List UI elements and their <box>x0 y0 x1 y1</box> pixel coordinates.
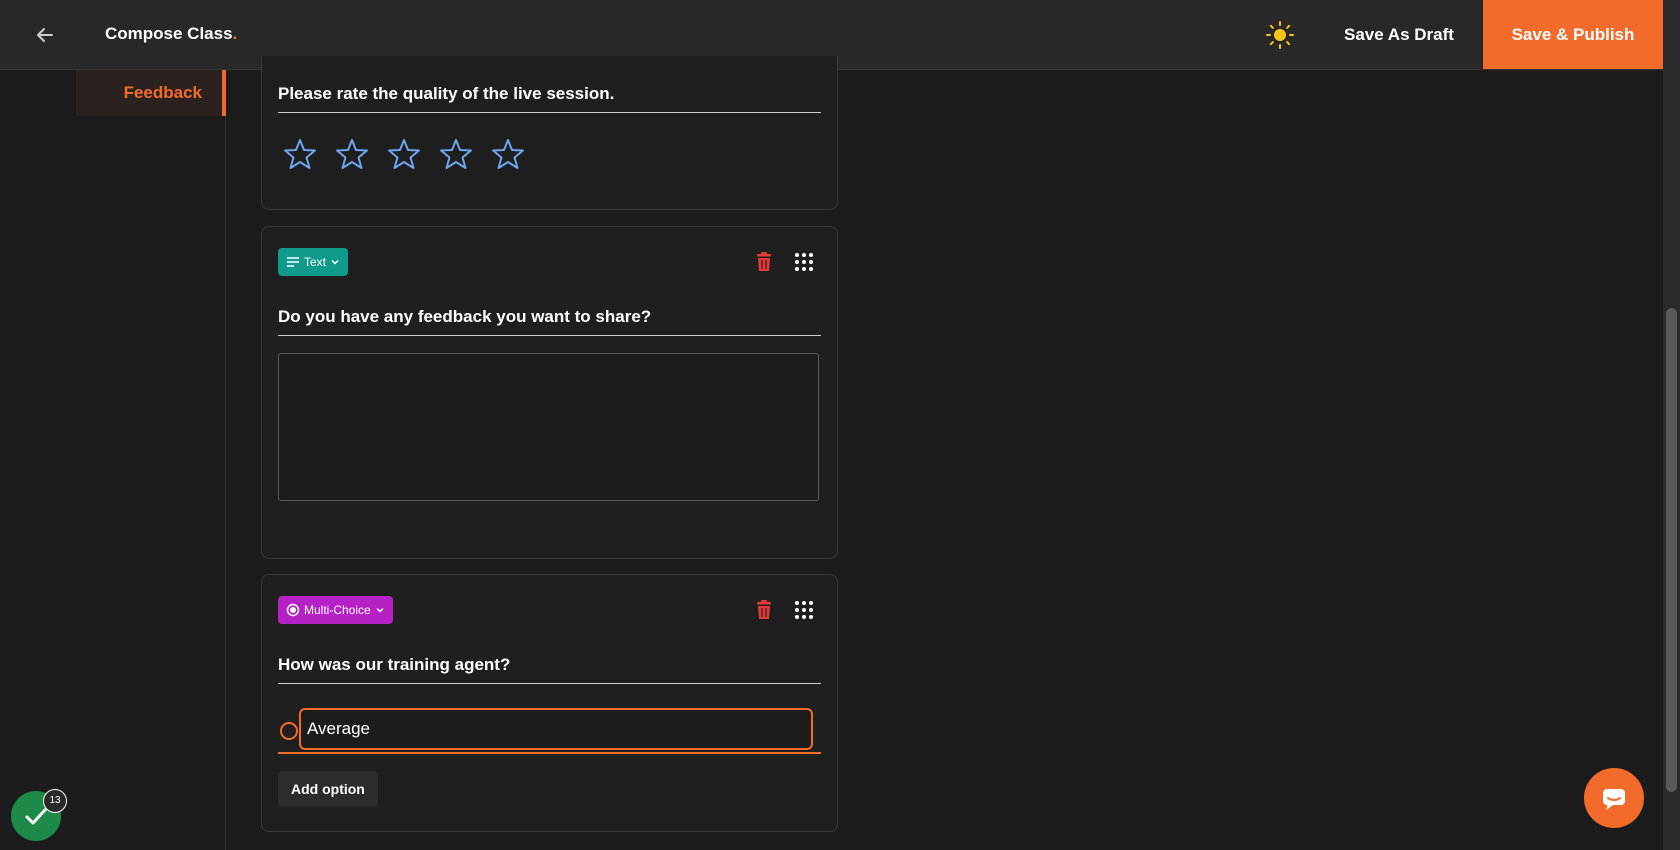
trash-icon[interactable] <box>753 251 775 273</box>
card-actions <box>753 251 815 273</box>
question-type-label: Multi-Choice <box>304 603 371 617</box>
question-type-dropdown[interactable]: Text <box>278 248 349 276</box>
question-type-label: Text <box>304 255 327 269</box>
sidebar-item-label: Feedback <box>123 83 202 102</box>
page-title: Compose Class. <box>105 24 237 44</box>
question-card-text: Text Do you have any feedback you want t… <box>261 226 838 559</box>
chat-bubble-icon <box>1603 789 1625 810</box>
option-row <box>278 708 821 754</box>
add-option-button[interactable]: Add option <box>278 771 378 807</box>
drag-grid-icon[interactable] <box>793 599 815 621</box>
card-actions <box>753 599 815 621</box>
scrollbar-thumb[interactable] <box>1666 308 1677 792</box>
theme-toggle-button[interactable] <box>1265 20 1295 50</box>
save-and-publish-button[interactable]: Save & Publish <box>1483 0 1663 69</box>
option-radio[interactable] <box>280 722 298 740</box>
sidebar-item-feedback[interactable]: Feedback <box>76 70 226 116</box>
chevron-down-icon <box>331 259 339 265</box>
option-input[interactable] <box>299 708 813 750</box>
page-title-dot: . <box>232 24 238 43</box>
trash-icon[interactable] <box>753 599 775 621</box>
star-rating <box>284 138 524 170</box>
question-card-multichoice: Multi-Choice How was our training agent?… <box>261 574 838 832</box>
star-icon[interactable] <box>440 138 472 170</box>
question-title[interactable]: How was our training agent? <box>278 655 821 684</box>
page-scrollbar[interactable] <box>1663 0 1680 850</box>
chat-button[interactable] <box>1584 768 1644 828</box>
question-card-rating: Please rate the quality of the live sess… <box>261 56 838 210</box>
star-icon[interactable] <box>284 138 316 170</box>
radio-circle-icon <box>286 603 300 617</box>
status-count-badge: 13 <box>43 789 67 813</box>
question-title[interactable]: Do you have any feedback you want to sha… <box>278 307 821 336</box>
sidebar: Feedback <box>0 70 226 850</box>
back-button[interactable] <box>30 20 60 50</box>
chevron-down-icon <box>376 607 384 613</box>
text-lines-icon <box>287 257 299 267</box>
drag-grid-icon[interactable] <box>793 251 815 273</box>
arrow-left-icon <box>37 28 53 42</box>
question-type-dropdown[interactable]: Multi-Choice <box>278 596 393 624</box>
star-icon[interactable] <box>492 138 524 170</box>
sun-icon <box>1266 21 1294 49</box>
question-title[interactable]: Please rate the quality of the live sess… <box>278 84 821 113</box>
star-icon[interactable] <box>336 138 368 170</box>
page-title-text: Compose Class <box>105 24 233 43</box>
star-icon[interactable] <box>388 138 420 170</box>
save-as-draft-button[interactable]: Save As Draft <box>1330 0 1468 69</box>
feedback-answer-textarea[interactable] <box>278 353 819 501</box>
